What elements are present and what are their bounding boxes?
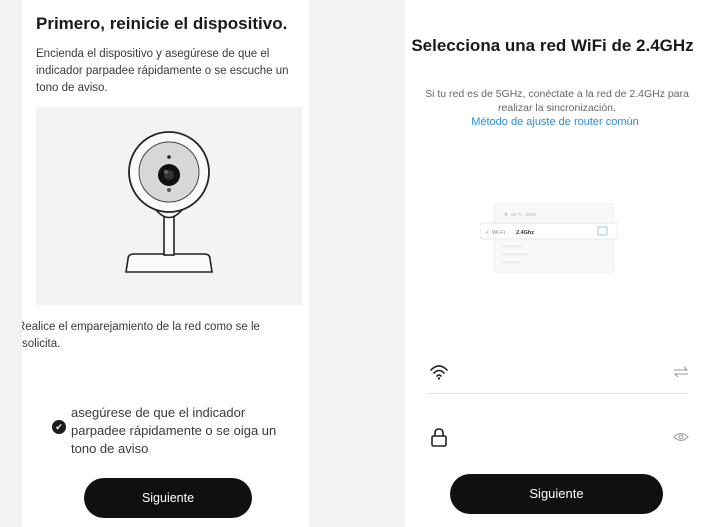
page-title: Primero, reinicie el dispositivo. [36, 14, 288, 33]
instruction-text: Encienda el dispositivo y asegúrese de q… [36, 48, 289, 94]
wifi-name-input[interactable] [467, 362, 657, 382]
confirm-checkbox-label[interactable]: asegúrese de que el indicador parpadee r… [71, 404, 301, 458]
pairing-note: Realice el emparejamiento de la red como… [22, 321, 260, 350]
wifi-list-illustration: ✕ Wi-Fi · 5Ghz ✓ Wi-Fi · 2.4Ghz [479, 202, 619, 274]
password-input[interactable] [467, 427, 657, 447]
instruction-text: Si tu red es de 5GHz, conéctate a la red… [425, 88, 689, 114]
wifi-band-illustration: ✕ Wi-Fi · 5Ghz ✓ Wi-Fi · 2.4Ghz [479, 202, 619, 274]
lock-icon [431, 428, 447, 447]
reset-device-screen: Primero, reinicie el dispositivo. Encien… [22, 0, 309, 527]
wifi-5g-row-label: Wi-Fi · 5Ghz [511, 212, 537, 217]
camera-icon [125, 131, 213, 273]
wifi-name-field-row[interactable] [427, 350, 689, 394]
svg-text:✓: ✓ [485, 230, 490, 236]
check-circle-icon[interactable]: ✔ [52, 420, 66, 434]
swap-icon[interactable] [673, 365, 689, 379]
select-wifi-screen: Selecciona una red WiFi de 2.4GHz Si tu … [405, 0, 705, 527]
page-title: Selecciona una red WiFi de 2.4GHz [411, 36, 694, 55]
next-button[interactable]: Siguiente [84, 478, 252, 518]
wifi-24g-row-band: 2.4Ghz [516, 230, 534, 236]
svg-text:✕: ✕ [504, 212, 508, 217]
wifi-24g-row-prefix: Wi-Fi · [492, 230, 508, 236]
eye-icon[interactable] [673, 430, 689, 444]
next-button[interactable]: Siguiente [450, 474, 663, 514]
router-settings-link[interactable]: Método de ajuste de router común [405, 116, 705, 128]
camera-illustration [36, 107, 302, 305]
wifi-icon [430, 365, 448, 380]
password-field-row[interactable] [427, 415, 689, 459]
